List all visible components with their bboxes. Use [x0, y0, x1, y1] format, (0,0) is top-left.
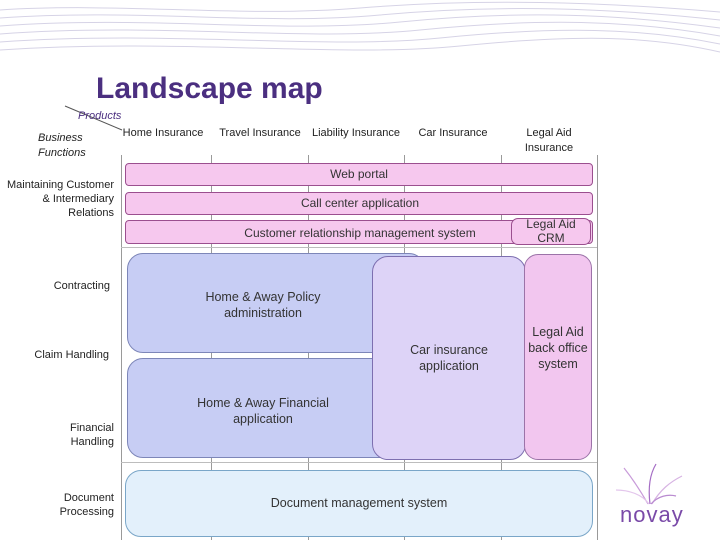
row-label-document-processing: Document Processing	[59, 492, 114, 518]
grid-line	[597, 155, 598, 540]
legal-aid-crm-label: Legal Aid CRM	[526, 217, 576, 245]
column-header-car: Car Insurance	[418, 127, 488, 139]
row-label-claim-handling: Claim Handling	[34, 349, 109, 361]
grid-line	[121, 155, 122, 540]
column-header-home: Home Insurance	[122, 127, 204, 139]
column-header-legal-aid: Legal Aid Insurance	[524, 127, 574, 154]
grid-line	[121, 247, 597, 248]
legal-aid-back-office-label: Legal Aid back office system	[528, 325, 588, 371]
crm-system-label: Customer relationship management system	[244, 226, 476, 240]
business-functions-axis-label: Business Functions	[38, 132, 86, 159]
financial-application-label: Home & Away Financial application	[197, 396, 329, 426]
call-center-label: Call center application	[300, 196, 420, 210]
novay-logo-text: novay	[620, 502, 684, 527]
row-label-relations: Maintaining Customer & Intermediary Rela…	[7, 179, 114, 219]
document-management-label: Document management system	[270, 496, 448, 510]
novay-logo-flower-icon	[615, 463, 683, 505]
column-header-travel: Travel Insurance	[219, 127, 301, 139]
column-header-liability: Liability Insurance	[311, 127, 401, 139]
grid-line	[121, 462, 597, 463]
car-insurance-application-label: Car insurance application	[410, 343, 488, 373]
row-label-contracting: Contracting	[53, 280, 110, 292]
products-axis-label: Products	[78, 110, 122, 122]
policy-administration-label: Home & Away Policy administration	[205, 290, 321, 320]
page-title: Landscape map	[96, 72, 323, 105]
row-label-financial-handling: Financial Handling	[69, 422, 114, 448]
decorative-wave-lines	[0, 1, 720, 53]
web-portal-label: Web portal	[330, 167, 388, 181]
